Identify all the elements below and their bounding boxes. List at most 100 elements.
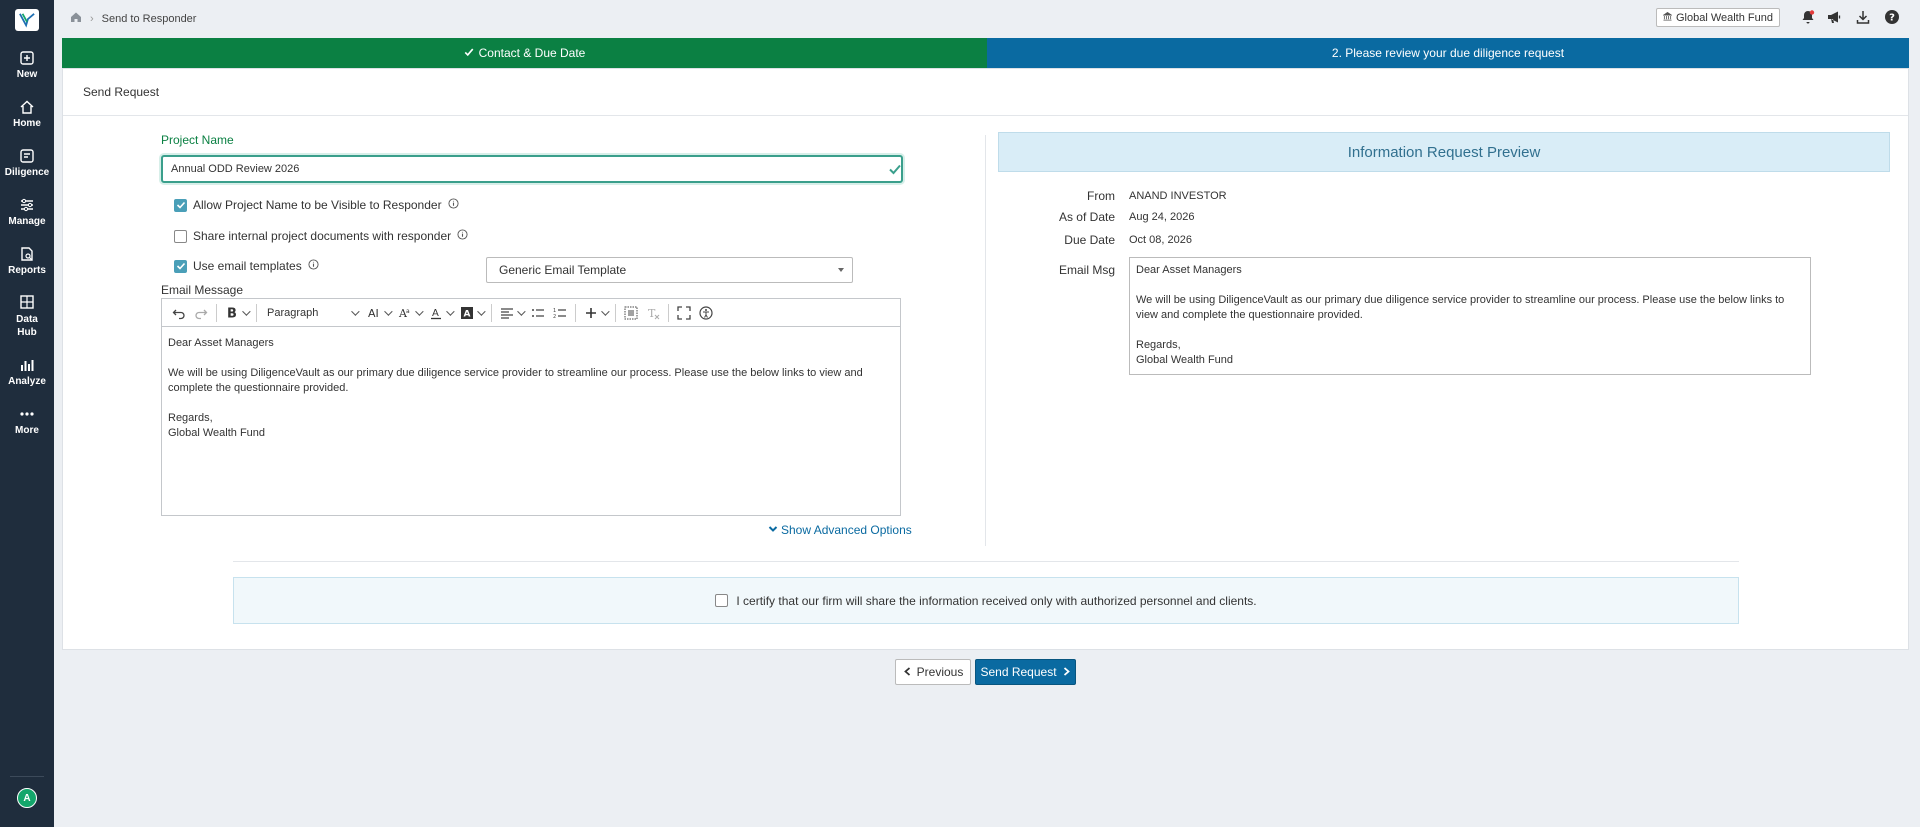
app-logo[interactable]: [15, 9, 39, 31]
align-left-icon[interactable]: [496, 302, 527, 324]
nav-item-diligence[interactable]: Diligence: [0, 148, 54, 178]
top-bar: › Send to Responder Global Wealth Fund ?: [54, 0, 1920, 36]
chevron-left-icon: [903, 665, 912, 679]
more-icon: [19, 406, 35, 422]
use-templates-label: Use email templates: [193, 259, 302, 273]
megaphone-icon[interactable]: [1826, 9, 1842, 25]
nav-item-home[interactable]: Home: [0, 99, 54, 129]
share-docs-checkbox[interactable]: [174, 229, 187, 243]
editor-toolbar: B Paragraph AI Aa A A 12 T: [162, 299, 900, 327]
show-advanced-label: Show Advanced Options: [781, 523, 912, 537]
email-msg-preview: Dear Asset Managers We will be using Dil…: [1129, 257, 1811, 375]
check-icon: [464, 46, 474, 60]
nav-item-analyze[interactable]: Analyze: [0, 357, 54, 387]
editor-content[interactable]: Dear Asset Managers We will be using Dil…: [162, 327, 900, 450]
breadcrumb-current: Send to Responder: [101, 12, 197, 25]
send-label: Send Request: [980, 665, 1057, 679]
info-icon[interactable]: [457, 229, 468, 243]
nav-item-data-hub[interactable]: Data Hub: [0, 294, 54, 339]
selected-template: Generic Email Template: [499, 263, 627, 277]
step-progress: Contact & Due Date 2. Please review your…: [62, 38, 1909, 74]
nav-item-reports[interactable]: Reports: [0, 246, 54, 276]
analyze-icon: [19, 357, 35, 373]
svg-text:?: ?: [1889, 13, 1895, 24]
insert-plus-icon[interactable]: [580, 302, 611, 324]
step-review-request: 2. Please review your due diligence requ…: [987, 38, 1909, 74]
font-size-icon[interactable]: AI: [363, 302, 394, 324]
valid-check-icon: [888, 162, 902, 176]
redo-icon[interactable]: [190, 302, 212, 324]
home-icon: [19, 99, 35, 115]
toolbar-divider: [575, 303, 576, 322]
nav-item-manage[interactable]: Manage: [0, 197, 54, 227]
bell-icon[interactable]: [1800, 9, 1816, 25]
preview-header: Information Request Preview: [998, 132, 1890, 172]
card-title: Send Request: [83, 85, 160, 99]
certify-checkbox[interactable]: [715, 594, 729, 607]
nav-item-more[interactable]: More: [0, 406, 54, 436]
svg-text:A: A: [432, 308, 439, 319]
font-family-icon[interactable]: Aa: [394, 302, 425, 324]
email-message-label: Email Message: [161, 283, 244, 297]
show-advanced-options-link[interactable]: Show Advanced Options: [768, 523, 912, 537]
info-icon[interactable]: [448, 198, 459, 212]
preview-signature: Global Wealth Fund: [1136, 354, 1234, 366]
preview-greeting: Dear Asset Managers: [1136, 264, 1242, 276]
email-message-editor: B Paragraph AI Aa A A 12 T Dear Asset Ma…: [161, 298, 901, 516]
allow-visible-checkbox[interactable]: [174, 198, 187, 212]
nav-item-label: Home: [13, 118, 41, 129]
download-icon[interactable]: [1855, 9, 1871, 25]
numbered-list-icon[interactable]: 12: [549, 302, 571, 324]
send-request-card: Send Request Project Name Allow Project …: [62, 68, 1909, 650]
project-name-input[interactable]: [161, 155, 903, 183]
toolbar-divider: [615, 303, 616, 322]
allow-visible-row: Allow Project Name to be Visible to Resp…: [174, 198, 459, 212]
bold-button[interactable]: B: [221, 302, 252, 324]
previous-button[interactable]: Previous: [895, 659, 971, 685]
source-editing-icon[interactable]: [620, 302, 642, 324]
use-templates-checkbox[interactable]: [174, 259, 187, 273]
nav-item-label: Manage: [8, 216, 46, 227]
nav-item-label: Data Hub: [16, 314, 38, 338]
info-icon[interactable]: [308, 259, 319, 273]
step-label: Contact & Due Date: [478, 46, 586, 60]
font-color-icon[interactable]: A: [425, 302, 456, 324]
svg-text:2: 2: [553, 314, 556, 320]
svg-text:T: T: [648, 307, 656, 320]
undo-icon[interactable]: [168, 302, 190, 324]
left-nav: New Home Diligence Manage Reports Data H…: [0, 0, 54, 827]
divider: [233, 561, 1739, 562]
toolbar-divider: [216, 303, 217, 322]
caret-down-icon: [838, 268, 844, 272]
preview-body: We will be using DiligenceVault as our p…: [1136, 294, 1785, 321]
plus-square-icon: [19, 50, 35, 66]
use-templates-row: Use email templates: [174, 259, 319, 273]
bulleted-list-icon[interactable]: [527, 302, 549, 324]
share-docs-label: Share internal project documents with re…: [193, 229, 452, 243]
highlight-color-icon[interactable]: A: [456, 302, 487, 324]
diligence-icon: [19, 148, 35, 164]
remove-format-icon[interactable]: T: [642, 302, 664, 324]
allow-visible-label: Allow Project Name to be Visible to Resp…: [193, 198, 442, 212]
step-contact-due-date[interactable]: Contact & Due Date: [62, 38, 987, 68]
accessibility-icon[interactable]: [695, 302, 717, 324]
help-icon[interactable]: ?: [1884, 9, 1900, 25]
nav-item-label: Analyze: [8, 376, 46, 387]
as-of-date-label: As of Date: [1058, 210, 1115, 224]
paragraph-style-dropdown[interactable]: Paragraph: [261, 302, 363, 324]
as-of-date-value: Aug 24, 2026: [1129, 211, 1195, 223]
from-label: From: [1087, 189, 1115, 203]
fullscreen-icon[interactable]: [673, 302, 695, 324]
step-label: 2. Please review your due diligence requ…: [1331, 46, 1565, 60]
nav-divider: [10, 776, 44, 777]
email-closing: Regards,: [168, 412, 213, 424]
avatar[interactable]: A: [17, 788, 37, 808]
send-request-button[interactable]: Send Request: [975, 659, 1076, 685]
email-template-select[interactable]: Generic Email Template: [486, 257, 853, 283]
nav-item-new[interactable]: New: [0, 50, 54, 80]
reports-icon: [19, 246, 35, 262]
project-name-label: Project Name: [161, 133, 234, 147]
nav-item-label: More: [15, 425, 39, 436]
org-switcher-button[interactable]: Global Wealth Fund: [1655, 8, 1780, 27]
home-icon[interactable]: [70, 11, 82, 26]
